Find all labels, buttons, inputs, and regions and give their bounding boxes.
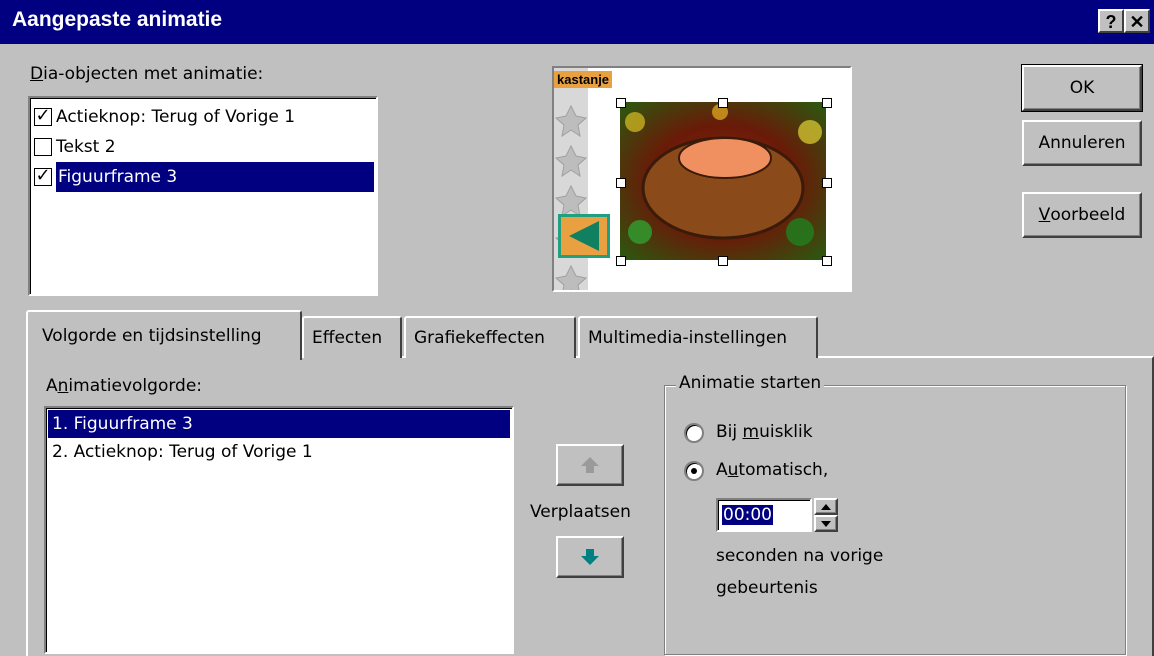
on-click-label[interactable]: Bij muisklik (716, 422, 813, 442)
tab-effects[interactable]: Effecten (302, 316, 402, 358)
resize-handle[interactable] (822, 98, 832, 108)
animation-order-item-selected[interactable]: 1. Figuurframe 3 (48, 410, 510, 438)
animation-start-title: Animatie starten (676, 373, 825, 393)
spin-up-icon (821, 503, 831, 510)
after-previous-text-line1: seconden na vorige (716, 546, 884, 566)
move-down-button[interactable] (556, 536, 624, 578)
arrow-down-icon (581, 549, 599, 565)
slide-preview: kastanje (552, 66, 852, 292)
spin-down-icon (821, 520, 831, 527)
objects-list-label: Dia-objecten met animatie: (30, 64, 264, 84)
checkbox-checked[interactable]: ✓ (34, 167, 52, 186)
animation-order-list[interactable]: 1. Figuurframe 3 2. Actieknop: Terug of … (44, 406, 514, 654)
resize-handle[interactable] (822, 256, 832, 266)
resize-handle[interactable] (718, 256, 728, 266)
back-action-button (558, 214, 610, 258)
chestnut-image (620, 102, 826, 260)
window-title: Aangepaste animatie (12, 8, 223, 31)
resize-handle[interactable] (718, 98, 728, 108)
title-bar: Aangepaste animatie ? ✕ (0, 0, 1154, 44)
objects-list-item-selected[interactable]: ✓ Figuurframe 3 (34, 162, 374, 192)
on-click-radio[interactable] (684, 423, 704, 443)
preview-button[interactable]: Voorbeeld (1022, 192, 1142, 238)
after-previous-text-line2: gebeurtenis (716, 578, 818, 598)
checkbox-checked[interactable]: ✓ (34, 107, 52, 126)
back-arrow-icon (569, 221, 599, 251)
automatic-label[interactable]: Automatisch, (716, 460, 828, 480)
move-up-button[interactable] (556, 444, 624, 486)
time-input[interactable]: 00:00 (716, 498, 812, 532)
animation-order-label: Animatievolgorde: (46, 376, 203, 396)
objects-list[interactable]: ✓ Actieknop: Terug of Vorige 1 Tekst 2 ✓… (28, 96, 378, 296)
objects-list-item[interactable]: ✓ Actieknop: Terug of Vorige 1 (34, 102, 374, 132)
spin-down-button[interactable] (814, 515, 838, 532)
chestnut-picture (620, 102, 826, 260)
resize-handle[interactable] (822, 178, 832, 188)
objects-list-item[interactable]: Tekst 2 (34, 132, 374, 162)
tab-multimedia-settings[interactable]: Multimedia-instellingen (578, 316, 818, 358)
slide-title: kastanje (554, 71, 613, 88)
spin-up-button[interactable] (814, 498, 838, 515)
close-button[interactable]: ✕ (1124, 9, 1150, 33)
help-button[interactable]: ? (1098, 9, 1124, 33)
resize-handle[interactable] (616, 178, 626, 188)
ok-button[interactable]: OK (1021, 64, 1143, 112)
tab-order-timing[interactable]: Volgorde en tijdsinstelling (26, 310, 302, 360)
arrow-up-icon (581, 457, 599, 473)
tab-chart-effects[interactable]: Grafiekeffecten (404, 316, 576, 358)
cancel-button[interactable]: Annuleren (1022, 120, 1142, 166)
time-spinner[interactable] (814, 498, 838, 532)
resize-handle[interactable] (616, 98, 626, 108)
checkbox-unchecked[interactable] (34, 138, 52, 156)
resize-handle[interactable] (616, 256, 626, 266)
move-label: Verplaatsen (530, 502, 631, 522)
animation-order-item[interactable]: 2. Actieknop: Terug of Vorige 1 (48, 438, 510, 466)
automatic-radio[interactable] (684, 461, 704, 481)
